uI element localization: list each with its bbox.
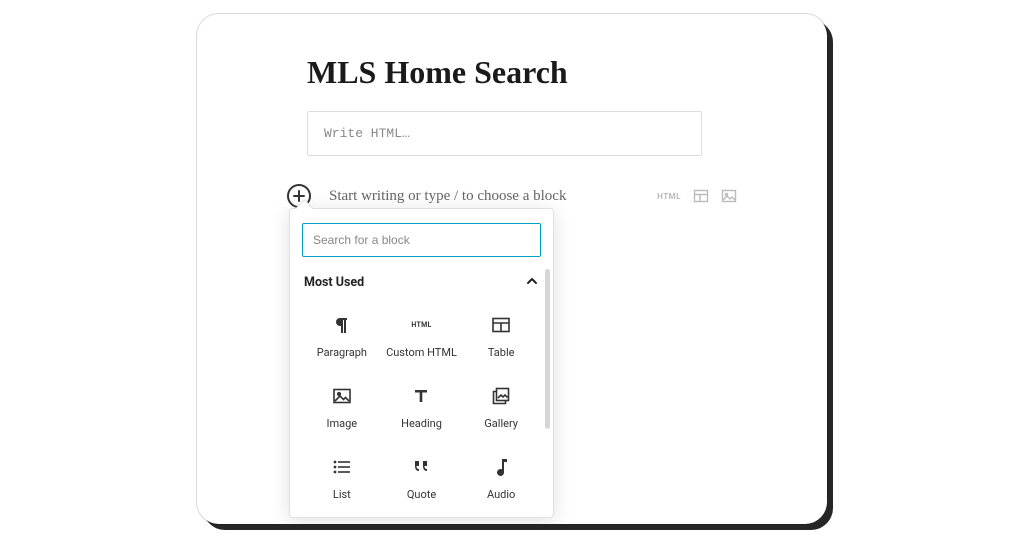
block-toolbar: HTML	[657, 188, 737, 204]
image-icon[interactable]	[721, 188, 737, 204]
table-icon[interactable]	[693, 188, 709, 204]
block-list[interactable]: List	[302, 444, 382, 513]
block-label: Paragraph	[317, 346, 367, 359]
paragraph-icon	[334, 314, 350, 336]
image-icon	[333, 385, 351, 407]
block-search-input[interactable]	[302, 223, 541, 257]
block-custom-html[interactable]: HTML Custom HTML	[382, 302, 462, 371]
section-title: Most Used	[304, 275, 364, 290]
new-block-row: Start writing or type / to choose a bloc…	[287, 184, 797, 208]
block-inserter-popover: Most Used Paragraph HTML Custom HTML T	[289, 208, 554, 518]
block-label: List	[333, 488, 351, 501]
gallery-icon	[492, 385, 510, 407]
block-image[interactable]: Image	[302, 373, 382, 442]
page-title[interactable]: MLS Home Search	[307, 54, 797, 91]
block-label: Table	[488, 346, 515, 359]
table-icon	[492, 314, 510, 336]
html-icon: HTML	[411, 314, 431, 336]
scrollbar-thumb[interactable]	[545, 269, 550, 429]
block-label: Gallery	[484, 417, 518, 430]
block-label: Image	[327, 417, 358, 430]
block-heading[interactable]: Heading	[382, 373, 462, 442]
block-audio[interactable]: Audio	[461, 444, 541, 513]
html-block-input[interactable]: Write HTML…	[307, 111, 702, 156]
chevron-up-icon[interactable]	[525, 273, 539, 292]
list-icon	[333, 456, 351, 478]
block-label: Audio	[487, 488, 515, 501]
audio-icon	[494, 456, 508, 478]
section-header[interactable]: Most Used	[304, 273, 539, 292]
block-gallery[interactable]: Gallery	[461, 373, 541, 442]
heading-icon	[412, 385, 430, 407]
quote-icon	[412, 456, 430, 478]
block-label: Quote	[407, 488, 436, 501]
editor-frame: MLS Home Search Write HTML… Start writin…	[197, 14, 827, 524]
block-table[interactable]: Table	[461, 302, 541, 371]
block-grid: Paragraph HTML Custom HTML Table Image	[302, 302, 541, 513]
block-label: Custom HTML	[386, 346, 457, 359]
html-mode-icon[interactable]: HTML	[657, 192, 681, 201]
block-paragraph[interactable]: Paragraph	[302, 302, 382, 371]
block-quote[interactable]: Quote	[382, 444, 462, 513]
block-label: Heading	[401, 417, 442, 430]
block-prompt-text[interactable]: Start writing or type / to choose a bloc…	[329, 188, 566, 205]
